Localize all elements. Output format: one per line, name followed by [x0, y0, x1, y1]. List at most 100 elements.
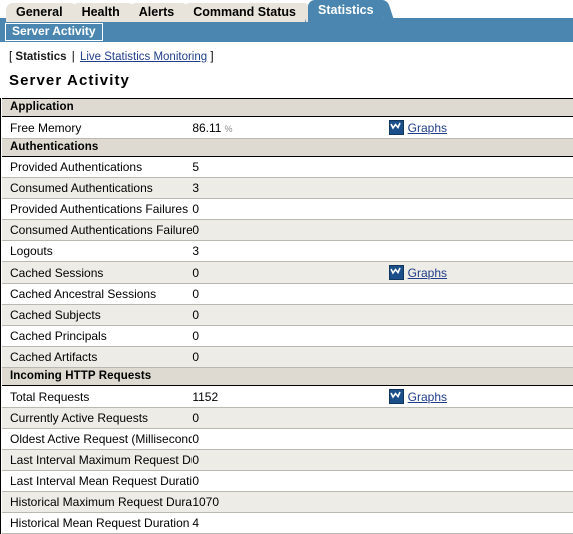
- graphs-link[interactable]: Graphs: [408, 390, 447, 404]
- metric-label: Historical Mean Request Duration (Millis…: [2, 512, 193, 534]
- table-row: Total Requests 1152 Graphs: [2, 385, 573, 408]
- table-row: Consumed Authentications 3: [2, 177, 573, 199]
- metric-label: Cached Principals: [2, 325, 193, 347]
- metric-label: Currently Active Requests: [2, 407, 193, 429]
- statistics-table-wrapper: Application Free Memory 86.11% Graphs Authen…: [0, 98, 573, 534]
- graphs-cell: [382, 156, 573, 178]
- graphs-link-group[interactable]: Graphs: [383, 389, 573, 404]
- table-row: Consumed Authentications Failures 0: [2, 219, 573, 241]
- tab-label: Command Status: [193, 5, 296, 19]
- metric-label: Oldest Active Request (Milliseconds): [2, 428, 193, 450]
- table-row: Historical Mean Request Duration (Millis…: [2, 512, 573, 534]
- table-row: Cached Sessions 0 Graphs: [2, 261, 573, 284]
- table-row: Free Memory 86.11% Graphs: [2, 116, 573, 139]
- table-row: Cached Principals 0: [2, 325, 573, 347]
- table-row: Last Interval Mean Request Duration (Mil…: [2, 470, 573, 492]
- section-header-row: Application: [2, 98, 573, 117]
- tab-label: Statistics: [318, 3, 374, 17]
- tab-list: General Health Alerts Command Status Statist…: [0, 0, 573, 22]
- metric-label: Provided Authentications Failures: [2, 198, 193, 220]
- metric-label: Historical Maximum Request Duration (Mil…: [2, 491, 193, 513]
- breadcrumb-link-live-statistics-monitoring[interactable]: Live Statistics Monitoring: [80, 51, 207, 63]
- sub-tab-bar: Server Activity: [0, 22, 573, 42]
- tab-general[interactable]: General: [6, 3, 83, 22]
- sidebar-item-server-activity[interactable]: Server Activity: [5, 23, 103, 41]
- section-header-row: Incoming HTTP Requests: [2, 367, 573, 386]
- breadcrumb-close-bracket: ]: [210, 51, 214, 63]
- tab-label: General: [16, 5, 63, 19]
- tab-alerts[interactable]: Alerts: [128, 3, 195, 22]
- graphs-cell: [382, 283, 573, 305]
- metric-label: Last Interval Mean Request Duration (Mil…: [2, 470, 193, 492]
- section-title: Incoming HTTP Requests: [2, 367, 573, 386]
- metric-value-cell: 0: [192, 283, 383, 305]
- metric-label: Cached Ancestral Sessions: [2, 283, 193, 305]
- chart-graph-icon[interactable]: [388, 265, 404, 280]
- graphs-cell: [382, 325, 573, 347]
- metric-value-cell: 0: [192, 428, 383, 450]
- graphs-cell: [382, 346, 573, 368]
- metric-value: 0: [192, 265, 200, 280]
- table-row: Currently Active Requests 0: [2, 407, 573, 429]
- metric-value: 3: [192, 181, 200, 195]
- metric-label: Total Requests: [2, 385, 193, 408]
- metric-value: 0: [192, 202, 200, 216]
- metric-value: 0: [192, 223, 200, 237]
- graphs-cell: Graphs: [382, 261, 573, 284]
- graphs-cell: [382, 449, 573, 471]
- metric-label: Cached Artifacts: [2, 346, 193, 368]
- section-header-row: Authentications: [2, 138, 573, 157]
- table-row: Provided Authentications Failures 0: [2, 198, 573, 220]
- graphs-cell: [382, 240, 573, 262]
- metric-label: Cached Subjects: [2, 304, 193, 326]
- graphs-cell: [382, 470, 573, 492]
- graphs-link-group[interactable]: Graphs: [383, 265, 573, 280]
- metric-value-cell: 0: [192, 449, 383, 471]
- metric-value-cell: 3: [192, 177, 383, 199]
- chart-graph-icon[interactable]: [388, 389, 404, 404]
- metric-value: 0: [192, 453, 200, 467]
- metric-label: Consumed Authentications: [2, 177, 193, 199]
- breadcrumb-current-statistics: Statistics: [15, 51, 67, 63]
- metric-value-cell: 0: [192, 261, 383, 284]
- table-row: Cached Subjects 0: [2, 304, 573, 326]
- graphs-link-group[interactable]: Graphs: [383, 120, 573, 135]
- graphs-cell: [382, 407, 573, 429]
- tab-health[interactable]: Health: [71, 3, 140, 22]
- graphs-link[interactable]: Graphs: [408, 121, 447, 135]
- section-title: Authentications: [2, 138, 573, 157]
- metric-value-cell: 0: [192, 325, 383, 347]
- graphs-cell: [382, 304, 573, 326]
- graphs-cell: Graphs: [382, 385, 573, 408]
- graphs-cell: [382, 512, 573, 534]
- metric-label: Logouts: [2, 240, 193, 262]
- table-row: Logouts 3: [2, 240, 573, 262]
- tab-label: Alerts: [138, 5, 175, 19]
- metric-value: 0: [192, 329, 200, 343]
- tab-statistics[interactable]: Statistics: [308, 0, 395, 22]
- metric-label: Free Memory: [2, 116, 193, 139]
- table-row: Provided Authentications 5: [2, 156, 573, 178]
- metric-value: 0: [192, 411, 200, 425]
- metric-value-cell: 0: [192, 198, 383, 220]
- table-row: Cached Artifacts 0: [2, 346, 573, 368]
- metric-value-cell: 0: [192, 346, 383, 368]
- main-tab-bar: General Health Alerts Command Status Statist…: [0, 0, 573, 22]
- tab-slant-edge: [377, 0, 395, 22]
- tab-command-status[interactable]: Command Status: [183, 3, 316, 22]
- metric-label: Consumed Authentications Failures: [2, 219, 193, 241]
- table-row: Last Interval Maximum Request Duration (…: [2, 449, 573, 471]
- graphs-link[interactable]: Graphs: [408, 266, 447, 280]
- graphs-cell: [382, 198, 573, 220]
- metric-unit: %: [224, 123, 233, 134]
- metric-value: 1152: [192, 389, 219, 404]
- metric-value-cell: 1070: [192, 491, 383, 513]
- chart-graph-icon[interactable]: [388, 120, 404, 135]
- metric-value: 0: [192, 350, 200, 364]
- breadcrumb-separator: |: [71, 51, 75, 63]
- table-row: Oldest Active Request (Milliseconds) 0: [2, 428, 573, 450]
- metric-value: 5: [192, 160, 200, 174]
- graphs-cell: [382, 428, 573, 450]
- graphs-cell: [382, 219, 573, 241]
- metric-value-cell: 0: [192, 407, 383, 429]
